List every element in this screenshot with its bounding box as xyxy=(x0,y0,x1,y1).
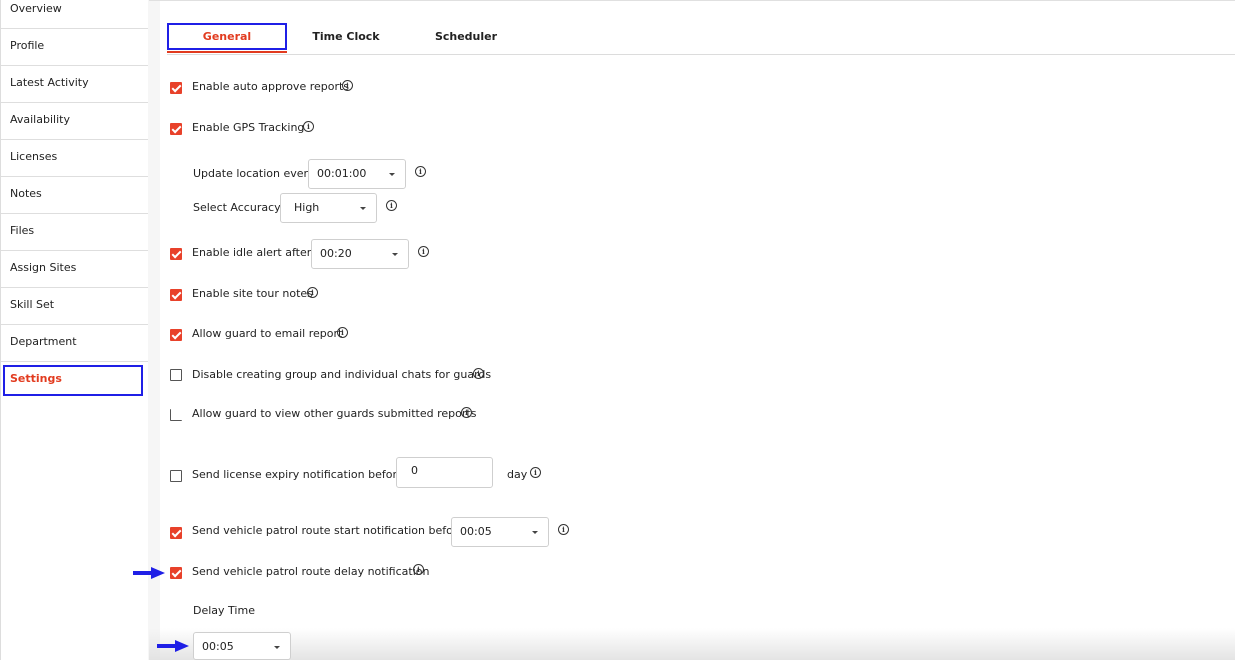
sidebar-item-licenses[interactable]: Licenses xyxy=(0,140,148,177)
pointer-arrow-icon xyxy=(157,640,189,652)
accuracy-select[interactable]: High xyxy=(280,193,377,223)
auto-approve-checkbox[interactable] xyxy=(170,82,182,94)
vehicle-start-select[interactable]: 00:05 xyxy=(451,517,549,547)
sidebar-item-notes[interactable]: Notes xyxy=(0,177,148,214)
delay-time-value: 00:05 xyxy=(202,640,234,653)
chevron-down-icon xyxy=(389,173,395,176)
info-icon[interactable]: i xyxy=(337,327,348,338)
info-icon[interactable]: i xyxy=(303,121,314,132)
sidebar-item-files[interactable]: Files xyxy=(0,214,148,251)
info-icon[interactable]: i xyxy=(415,166,426,177)
gps-tracking-checkbox[interactable] xyxy=(170,123,182,135)
vehicle-delay-checkbox[interactable] xyxy=(170,567,182,579)
select-accuracy-label: Select Accuracy xyxy=(193,201,281,214)
info-icon[interactable]: i xyxy=(342,80,353,91)
info-icon[interactable]: i xyxy=(473,368,484,379)
vehicle-start-value: 00:05 xyxy=(460,525,492,538)
sidebar-item-assign-sites[interactable]: Assign Sites xyxy=(0,251,148,288)
vehicle-start-label: Send vehicle patrol route start notifica… xyxy=(192,524,464,537)
sidebar-item-availability[interactable]: Availability xyxy=(0,103,148,140)
tab-scheduler[interactable]: Scheduler xyxy=(420,23,512,51)
idle-alert-checkbox[interactable] xyxy=(170,248,182,260)
view-reports-checkbox[interactable] xyxy=(170,409,182,421)
email-report-checkbox[interactable] xyxy=(170,329,182,341)
update-location-select[interactable]: 00:01:00 xyxy=(308,159,406,189)
chevron-down-icon xyxy=(360,207,366,210)
license-expiry-checkbox[interactable] xyxy=(170,470,182,482)
tab-time-clock[interactable]: Time Clock xyxy=(298,23,394,51)
accuracy-value: High xyxy=(294,201,320,214)
update-location-value: 00:01:00 xyxy=(317,167,367,180)
info-icon[interactable]: i xyxy=(307,287,318,298)
view-reports-label: Allow guard to view other guards submitt… xyxy=(192,407,477,420)
pointer-arrow-icon xyxy=(133,567,165,579)
vehicle-start-checkbox[interactable] xyxy=(170,527,182,539)
left-edge xyxy=(0,0,1,660)
auto-approve-label: Enable auto approve reports xyxy=(192,80,350,93)
sidebar-item-department[interactable]: Department xyxy=(0,325,148,362)
site-tour-checkbox[interactable] xyxy=(170,289,182,301)
sidebar: Overview Profile Latest Activity Availab… xyxy=(0,0,149,660)
chevron-down-icon xyxy=(274,646,280,649)
general-tab-highlight-box xyxy=(167,23,287,50)
tabs-divider xyxy=(167,54,1235,55)
license-expiry-label: Send license expiry notification before xyxy=(192,468,404,481)
info-icon[interactable]: i xyxy=(530,467,541,478)
gps-tracking-label: Enable GPS Tracking xyxy=(192,121,305,134)
sidebar-item-profile[interactable]: Profile xyxy=(0,29,148,66)
bottom-fade xyxy=(149,628,1235,660)
delay-time-select[interactable]: 00:05 xyxy=(193,632,291,660)
idle-alert-label: Enable idle alert after xyxy=(192,246,312,259)
top-divider xyxy=(149,0,1235,1)
chevron-down-icon xyxy=(392,253,398,256)
delay-time-label: Delay Time xyxy=(193,604,255,617)
license-expiry-days-input[interactable]: 0 xyxy=(396,457,493,488)
idle-alert-select[interactable]: 00:20 xyxy=(311,239,409,269)
tab-active-indicator xyxy=(167,51,287,53)
info-icon[interactable]: i xyxy=(558,524,569,535)
disable-chats-checkbox[interactable] xyxy=(170,369,182,381)
panel-gutter xyxy=(148,0,160,660)
settings-highlight-box xyxy=(3,365,143,396)
disable-chats-label: Disable creating group and individual ch… xyxy=(192,368,492,381)
vehicle-delay-label: Send vehicle patrol route delay notifica… xyxy=(192,565,430,578)
info-icon[interactable]: i xyxy=(413,564,424,575)
sidebar-item-skill-set[interactable]: Skill Set xyxy=(0,288,148,325)
site-tour-label: Enable site tour notes xyxy=(192,287,313,300)
license-expiry-unit: day xyxy=(507,468,528,481)
info-icon[interactable]: i xyxy=(418,246,429,257)
update-location-label: Update location every xyxy=(193,167,315,180)
sidebar-item-latest-activity[interactable]: Latest Activity xyxy=(0,66,148,103)
sidebar-item-overview[interactable]: Overview xyxy=(0,0,148,29)
info-icon[interactable]: i xyxy=(386,200,397,211)
info-icon[interactable]: i xyxy=(461,407,472,418)
idle-alert-value: 00:20 xyxy=(320,247,352,260)
email-report-label: Allow guard to email report xyxy=(192,327,343,340)
chevron-down-icon xyxy=(532,531,538,534)
